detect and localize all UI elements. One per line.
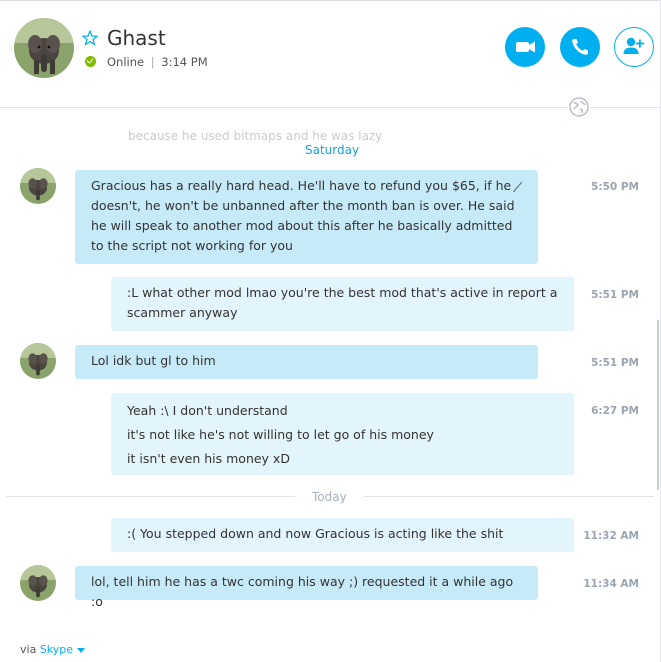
message-avatar[interactable] [20, 565, 56, 601]
message-text: Lol idk but gl to him [91, 353, 216, 368]
faded-previous-message: because he used bitmaps and he was lazy [128, 129, 383, 143]
phone-icon [572, 39, 588, 55]
message-bubble[interactable]: :( You stepped down and now Gracious is … [111, 518, 574, 552]
via-service-indicator: via Skype [20, 643, 86, 656]
message-bubble[interactable]: lol, tell him he has a twc coming his wa… [75, 566, 538, 609]
contact-status: Online | 3:14 PM [107, 55, 208, 69]
chevron-down-icon [77, 647, 86, 653]
service-name: Skype [39, 643, 74, 656]
message-bubble[interactable]: Lol idk but gl to him [75, 345, 538, 379]
message-bubble[interactable]: Yeah :\ I don't understand it's not like… [111, 393, 574, 475]
message-avatar[interactable] [20, 168, 56, 204]
day-separator-saturday: Saturday [305, 143, 360, 157]
chat-window: Ghast Online | 3:14 PM because he used b… [0, 0, 661, 662]
message-timestamp: 5:51 PM [591, 289, 639, 301]
message-text: lol, tell him he has a twc coming his wa… [91, 574, 514, 609]
contact-avatar[interactable] [14, 18, 74, 78]
globe-icon[interactable] [568, 96, 590, 118]
status-separator: | [150, 55, 155, 69]
day-divider-left [6, 496, 295, 497]
edited-pencil-icon [512, 178, 524, 192]
status-label: Online [107, 55, 145, 69]
video-camera-icon [516, 41, 535, 53]
day-separator-today: Today [312, 490, 347, 504]
message-bubble[interactable]: :L what other mod lmao you're the best m… [111, 277, 574, 331]
favorite-star-icon[interactable] [81, 29, 99, 46]
message-text: :( You stepped down and now Gracious is … [127, 526, 504, 541]
message-text: :L what other mod lmao you're the best m… [127, 285, 558, 320]
message-avatar[interactable] [20, 343, 56, 379]
add-person-button[interactable] [614, 27, 654, 67]
local-time: 3:14 PM [161, 55, 208, 69]
header-divider [0, 107, 661, 108]
day-divider-right [364, 496, 654, 497]
message-timestamp: 5:50 PM [591, 181, 639, 193]
add-person-icon [623, 37, 644, 54]
service-selector[interactable]: Skype [39, 643, 86, 656]
message-text: it's not like he's not willing to let go… [127, 427, 434, 442]
online-presence-icon [85, 56, 96, 67]
video-call-button[interactable] [505, 27, 545, 67]
contact-name[interactable]: Ghast [107, 26, 166, 50]
conversation-header: Ghast Online | 3:14 PM [0, 6, 661, 106]
message-timestamp: 5:51 PM [591, 357, 639, 369]
message-timestamp: 11:32 AM [583, 530, 639, 542]
scrollbar-thumb[interactable] [657, 320, 659, 490]
message-text: it isn't even his money xD [127, 451, 290, 466]
via-prefix: via [20, 643, 37, 656]
message-bubble[interactable]: Gracious has a really hard head. He'll h… [75, 170, 538, 264]
message-timestamp: 6:27 PM [591, 405, 639, 417]
message-text: Gracious has a really hard head. He'll h… [91, 178, 515, 253]
message-timestamp: 11:34 AM [583, 578, 639, 590]
message-text: Yeah :\ I don't understand [127, 403, 288, 418]
voice-call-button[interactable] [560, 27, 600, 67]
